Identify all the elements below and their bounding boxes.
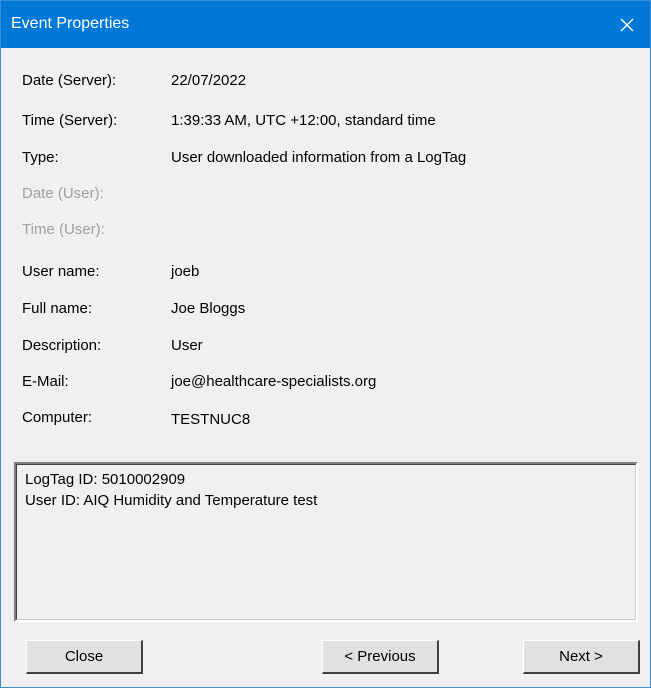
close-button[interactable]: Close [26,640,143,674]
full-name-label: Full name: [22,300,93,317]
user-name-label: User name: [22,263,100,280]
email-value: joe@healthcare-specialists.org [171,373,377,390]
user-name-value: joeb [171,263,200,280]
window-title: Event Properties [11,15,130,32]
date-server-label: Date (Server): [22,72,117,89]
details-memo[interactable]: LogTag ID: 5010002909 User ID: AIQ Humid… [14,462,638,622]
type-value: User downloaded information from a LogTa… [171,149,467,166]
event-properties-dialog: Event Properties Date (Server): 22/07/20… [0,0,651,688]
time-server-label: Time (Server): [22,112,118,129]
next-button[interactable]: Next > [523,640,640,674]
description-value: User [171,337,203,354]
computer-value: TESTNUC8 [171,411,251,428]
date-server-value: 22/07/2022 [171,72,247,89]
title-bar: Event Properties [1,1,650,48]
close-icon[interactable] [604,1,650,48]
type-label: Type: [22,149,59,166]
details-line-logtag-id: LogTag ID: 5010002909 [25,471,186,488]
details-memo-frame: LogTag ID: 5010002909 User ID: AIQ Humid… [16,464,636,620]
email-label: E-Mail: [22,373,69,390]
previous-button[interactable]: < Previous [322,640,439,674]
time-server-value: 1:39:33 AM, UTC +12:00, standard time [171,112,436,129]
computer-label: Computer: [22,409,93,426]
time-user-label: Time (User): [22,221,105,238]
date-user-label: Date (User): [22,185,104,202]
details-line-user-id: User ID: AIQ Humidity and Temperature te… [25,492,318,509]
full-name-value: Joe Bloggs [171,300,246,317]
description-label: Description: [22,337,102,354]
